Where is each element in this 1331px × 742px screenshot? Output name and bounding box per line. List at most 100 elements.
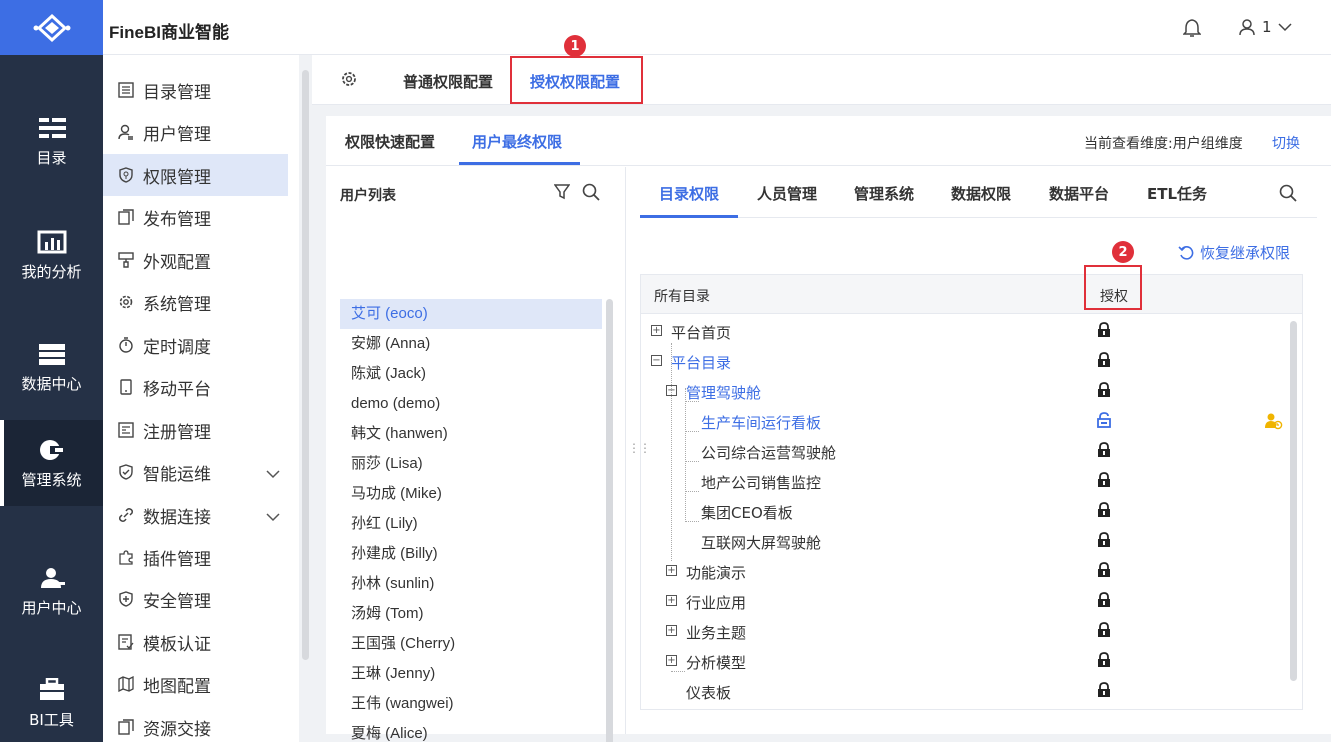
nav-item-ops[interactable]: 智能运维 <box>103 451 288 493</box>
gear-icon <box>117 293 135 311</box>
user-list-scrollbar[interactable] <box>606 299 613 742</box>
user-list-item[interactable]: 陈斌 (Jack) <box>340 359 602 389</box>
tree-row[interactable]: 仪表板 <box>641 676 1302 706</box>
user-list-item[interactable]: 王伟 (wangwei) <box>340 689 602 719</box>
lock-icon[interactable] <box>1097 352 1111 372</box>
rail-label: 我的分析 <box>21 262 82 281</box>
user-list-item[interactable]: 孙建成 (Billy) <box>340 539 602 569</box>
tree-row[interactable]: + 分析模型 <box>641 646 1302 676</box>
tab-final-permission[interactable]: 用户最终权限 <box>472 131 562 152</box>
nav-item-schedule[interactable]: 定时调度 <box>103 324 288 366</box>
expand-icon[interactable]: + <box>666 625 677 636</box>
lock-icon[interactable] <box>1097 442 1111 462</box>
user-list-item[interactable]: 安娜 (Anna) <box>340 329 602 359</box>
lock-icon[interactable] <box>1097 682 1111 702</box>
lock-icon[interactable] <box>1097 322 1111 342</box>
user-list-item[interactable]: 丽莎 (Lisa) <box>340 449 602 479</box>
user-list-item[interactable]: 孙红 (Lily) <box>340 509 602 539</box>
tab-data-platform[interactable]: 数据平台 <box>1049 183 1109 204</box>
chevron-down-icon[interactable] <box>266 464 280 484</box>
tab-management-system[interactable]: 管理系统 <box>854 183 914 204</box>
tree-row[interactable]: 生产车间运行看板 <box>641 406 1302 436</box>
lock-icon[interactable] <box>1097 472 1111 492</box>
rail-item-analysis[interactable]: 我的分析 <box>0 212 103 298</box>
expand-icon[interactable]: + <box>666 565 677 576</box>
user-list-item[interactable]: 孙林 (sunlin) <box>340 569 602 599</box>
nav-item-users[interactable]: 用户管理 <box>103 111 288 153</box>
nav-item-register[interactable]: 注册管理 <box>103 409 288 451</box>
restore-inherit-button[interactable]: 恢复继承权限 <box>1178 242 1290 263</box>
rail-item-bi-tools[interactable]: BI工具 <box>0 660 103 742</box>
collapse-icon[interactable]: − <box>666 385 677 396</box>
search-icon[interactable] <box>1279 184 1297 206</box>
tree-row[interactable]: + 功能演示 <box>641 556 1302 586</box>
lock-icon[interactable] <box>1097 652 1111 672</box>
nav-item-system[interactable]: 系统管理 <box>103 281 288 323</box>
lock-icon[interactable] <box>1097 622 1111 642</box>
inherit-person-icon[interactable] <box>1265 412 1283 434</box>
lock-icon[interactable] <box>1097 562 1111 582</box>
lock-icon[interactable] <box>1097 502 1111 522</box>
user-list-item[interactable]: 夏梅 (Alice) <box>340 719 602 742</box>
rail-item-data-center[interactable]: 数据中心 <box>0 324 103 410</box>
tree-row[interactable]: 地产公司销售监控 <box>641 466 1302 496</box>
tree-row[interactable]: + 业务主题 <box>641 616 1302 646</box>
nav-item-appearance[interactable]: 外观配置 <box>103 239 288 281</box>
nav-item-map[interactable]: 地图配置 <box>103 663 288 705</box>
user-menu[interactable]: 1 <box>1238 18 1292 36</box>
permission-detail: 目录权限 人员管理 管理系统 数据权限 数据平台 ETL任务 恢复继承权限 2 <box>640 167 1331 734</box>
tree-row[interactable]: 公司综合运营驾驶舱 <box>641 436 1302 466</box>
tree-row[interactable]: 互联网大屏驾驶舱 <box>641 526 1302 556</box>
tab-people-management[interactable]: 人员管理 <box>757 183 817 204</box>
tree-row[interactable]: + 平台首页 <box>641 316 1302 346</box>
nav-item-security[interactable]: 安全管理 <box>103 578 288 620</box>
lock-icon[interactable] <box>1097 592 1111 612</box>
timer-icon <box>117 336 135 354</box>
nav-scrollbar[interactable] <box>302 70 309 660</box>
nav-item-template-cert[interactable]: 模板认证 <box>103 621 288 663</box>
nav-item-catalog[interactable]: 目录管理 <box>103 69 288 111</box>
user-list-item[interactable]: 艾可 (eoco) <box>340 299 602 329</box>
expand-icon[interactable]: + <box>651 325 662 336</box>
main-rail: 目录 我的分析 数据中心 管理系统 用户中心 BI工具 <box>0 0 103 742</box>
nav-item-resources[interactable]: 资源交接 <box>103 706 288 742</box>
bell-icon[interactable] <box>1182 18 1202 42</box>
rail-item-catalog[interactable]: 目录 <box>0 98 103 184</box>
unlock-icon[interactable] <box>1097 412 1111 432</box>
switch-link[interactable]: 切换 <box>1272 133 1300 153</box>
rail-item-user-center[interactable]: 用户中心 <box>0 548 103 634</box>
filter-icon[interactable] <box>553 183 571 205</box>
tree-row[interactable]: + 行业应用 <box>641 586 1302 616</box>
nav-item-mobile[interactable]: 移动平台 <box>103 366 288 408</box>
nav-item-plugins[interactable]: 插件管理 <box>103 536 288 578</box>
tab-normal-permission[interactable]: 普通权限配置 <box>403 71 493 92</box>
table-scrollbar[interactable] <box>1290 321 1297 681</box>
tree-row[interactable]: 集团CEO看板 <box>641 496 1302 526</box>
lock-icon[interactable] <box>1097 532 1111 552</box>
user-list-item[interactable]: 韩文 (hanwen) <box>340 419 602 449</box>
tree-row[interactable]: − 平台目录 <box>641 346 1302 376</box>
user-list-item[interactable]: 王国强 (Cherry) <box>340 629 602 659</box>
search-icon[interactable] <box>582 183 600 205</box>
user-list-item[interactable]: 王琳 (Jenny) <box>340 659 602 689</box>
tab-etl-tasks[interactable]: ETL任务 <box>1147 183 1207 204</box>
nav-item-publish[interactable]: 发布管理 <box>103 196 288 238</box>
user-list-item[interactable]: demo (demo) <box>340 389 602 419</box>
step-badge-2: 2 <box>1112 241 1134 263</box>
gear-icon[interactable] <box>340 70 358 92</box>
lock-icon[interactable] <box>1097 382 1111 402</box>
tab-data-permission[interactable]: 数据权限 <box>951 183 1011 204</box>
nav-item-permissions[interactable]: 权限管理 <box>103 154 288 196</box>
logo[interactable] <box>0 0 103 55</box>
chevron-down-icon[interactable] <box>266 507 280 527</box>
tab-quick-config[interactable]: 权限快速配置 <box>345 131 435 152</box>
tab-catalog-permission[interactable]: 目录权限 <box>659 183 719 204</box>
rail-item-management[interactable]: 管理系统 <box>0 420 103 506</box>
collapse-icon[interactable]: − <box>651 355 662 366</box>
nav-item-data-connection[interactable]: 数据连接 <box>103 494 288 536</box>
user-list-item[interactable]: 马功成 (Mike) <box>340 479 602 509</box>
user-list-item[interactable]: 汤姆 (Tom) <box>340 599 602 629</box>
tree-row[interactable]: − 管理驾驶舱 <box>641 376 1302 406</box>
expand-icon[interactable]: + <box>666 655 677 666</box>
expand-icon[interactable]: + <box>666 595 677 606</box>
